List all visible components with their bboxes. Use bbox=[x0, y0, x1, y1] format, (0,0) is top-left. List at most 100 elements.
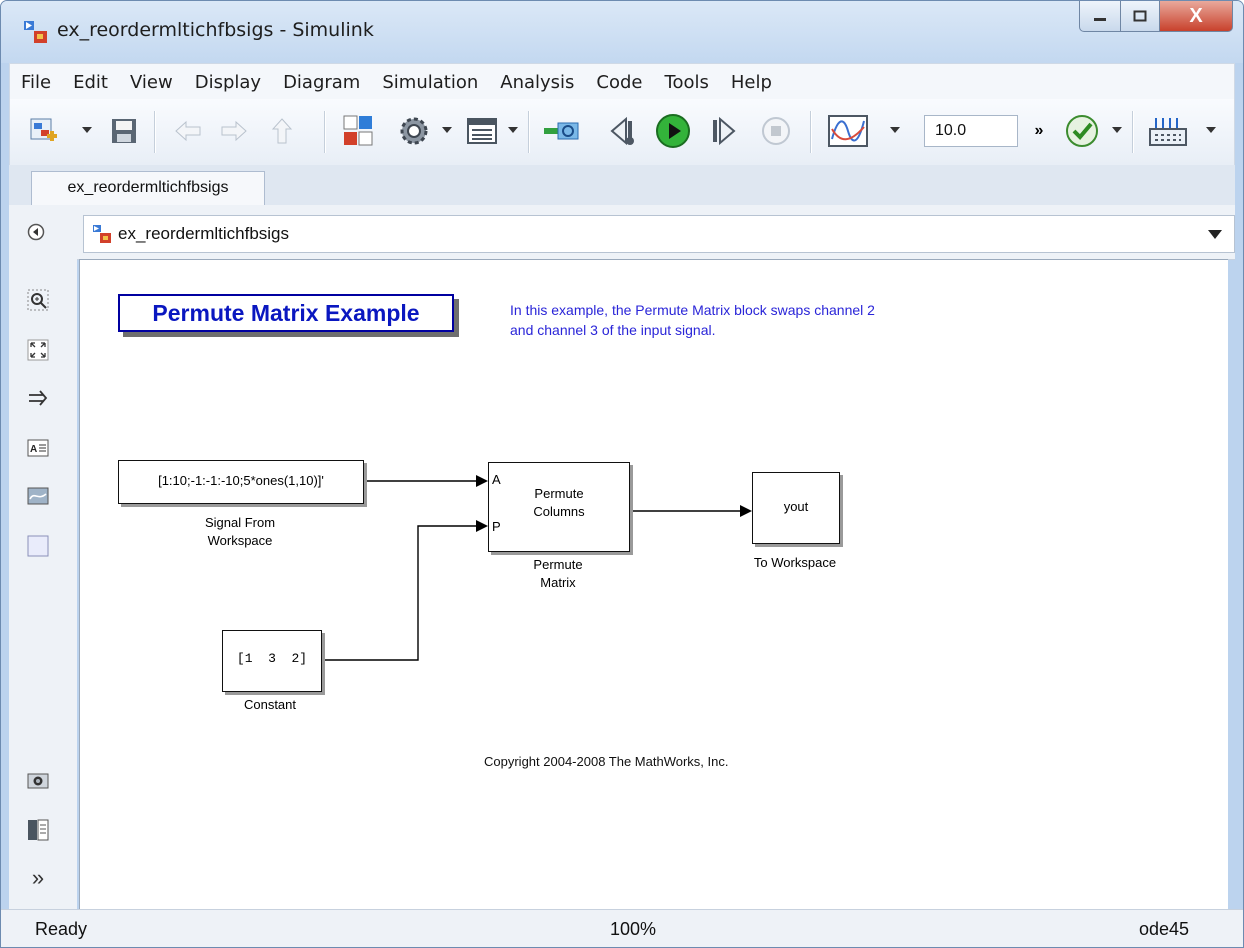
hide-explorer-icon[interactable] bbox=[27, 223, 45, 241]
model-config-dropdown[interactable] bbox=[442, 127, 452, 133]
simulink-model-icon bbox=[24, 21, 47, 43]
build-dropdown[interactable] bbox=[1206, 127, 1216, 133]
menu-tools[interactable]: Tools bbox=[654, 72, 720, 93]
run-button[interactable] bbox=[652, 111, 694, 151]
update-diagram-button[interactable] bbox=[540, 111, 584, 151]
permute-text-line1: Permute bbox=[534, 486, 584, 501]
zoom-button[interactable] bbox=[27, 289, 49, 311]
up-arrow-icon bbox=[271, 118, 293, 144]
signal-lines bbox=[320, 475, 752, 661]
new-model-dropdown[interactable] bbox=[82, 127, 92, 133]
forward-arrow-icon bbox=[221, 120, 247, 142]
model-explorer-dropdown[interactable] bbox=[508, 127, 518, 133]
menu-diagram[interactable]: Diagram bbox=[272, 72, 371, 93]
explorer-bar: ex_reordermltichfbsigs bbox=[9, 205, 1235, 260]
stop-button[interactable] bbox=[756, 111, 796, 151]
copyright-note: Copyright 2004-2008 The MathWorks, Inc. bbox=[484, 754, 729, 769]
forward-button[interactable] bbox=[212, 111, 256, 151]
minimize-icon bbox=[1094, 18, 1106, 21]
close-button[interactable]: X bbox=[1160, 1, 1233, 32]
model-config-icon bbox=[400, 117, 428, 145]
permute-matrix-label: Permute Matrix bbox=[478, 556, 638, 592]
model-explorer-button[interactable] bbox=[462, 111, 502, 151]
signal-from-workspace-label: Signal From Workspace bbox=[140, 514, 340, 550]
signal-expression: [1:10;-1:-1:-10;5*ones(1,10)]' bbox=[158, 473, 324, 488]
model-path-bar[interactable]: ex_reordermltichfbsigs bbox=[83, 215, 1235, 253]
simulink-model-icon bbox=[93, 225, 111, 243]
arrow-icon bbox=[29, 390, 48, 406]
toolbar: » bbox=[9, 99, 1235, 166]
build-icon bbox=[1149, 118, 1187, 146]
block-palette: A » bbox=[9, 259, 77, 909]
constant-value: [1 3 2] bbox=[236, 651, 308, 666]
menu-edit[interactable]: Edit bbox=[62, 72, 119, 93]
yout-text: yout bbox=[783, 499, 809, 514]
window-controls: X bbox=[1079, 1, 1233, 35]
new-model-button[interactable] bbox=[24, 111, 64, 151]
model-advisor-icon bbox=[1066, 115, 1098, 147]
menu-view[interactable]: View bbox=[119, 72, 184, 93]
menu-display[interactable]: Display bbox=[184, 72, 272, 93]
fit-to-view-button[interactable] bbox=[27, 339, 49, 361]
run-icon bbox=[656, 114, 690, 148]
tab-model[interactable]: ex_reordermltichfbsigs bbox=[31, 171, 265, 206]
save-button[interactable] bbox=[104, 111, 144, 151]
constant-label: Constant bbox=[243, 697, 297, 712]
up-button[interactable] bbox=[260, 111, 304, 151]
back-arrow-icon bbox=[175, 120, 201, 142]
menu-bar: File Edit View Display Diagram Simulatio… bbox=[9, 63, 1235, 101]
expand-palette-button[interactable]: » bbox=[27, 865, 49, 890]
signal-from-workspace-block[interactable]: [1:10;-1:-1:-10;5*ones(1,10)]' bbox=[118, 460, 364, 504]
screenshot-icon bbox=[27, 773, 49, 789]
to-workspace-label: To Workspace bbox=[753, 555, 837, 570]
step-forward-button[interactable] bbox=[704, 111, 744, 151]
zoom-level: 100% bbox=[610, 919, 657, 939]
to-workspace-block[interactable]: yout bbox=[752, 472, 840, 544]
scope-dropdown[interactable] bbox=[890, 127, 900, 133]
area-button[interactable] bbox=[27, 535, 49, 557]
model-advisor-button[interactable] bbox=[1062, 111, 1102, 151]
build-button[interactable] bbox=[1144, 111, 1192, 151]
maximize-icon bbox=[1133, 10, 1147, 22]
save-icon bbox=[112, 119, 136, 143]
stop-time-field[interactable] bbox=[924, 115, 1018, 147]
solver-name[interactable]: ode45 bbox=[1139, 919, 1189, 940]
port-p-label: P bbox=[492, 519, 501, 534]
svg-text:A: A bbox=[30, 444, 37, 455]
toolbar-overflow-button[interactable]: » bbox=[1026, 111, 1052, 151]
close-icon: X bbox=[1189, 4, 1203, 27]
annotation-icon: A bbox=[27, 439, 49, 457]
menu-file[interactable]: File bbox=[10, 72, 62, 93]
menu-simulation[interactable]: Simulation bbox=[371, 72, 489, 93]
diagram-canvas[interactable]: Permute Matrix Example In this example, … bbox=[79, 259, 1228, 910]
step-back-button[interactable] bbox=[602, 111, 642, 151]
model-path-dropdown-icon[interactable] bbox=[1208, 230, 1222, 239]
permute-label-line2: Matrix bbox=[540, 575, 576, 590]
expand-icon: » bbox=[31, 865, 45, 890]
menu-analysis[interactable]: Analysis bbox=[489, 72, 585, 93]
scope-button[interactable] bbox=[824, 111, 872, 151]
maximize-button[interactable] bbox=[1121, 1, 1160, 32]
status-text: Ready bbox=[35, 919, 88, 939]
screenshot-button[interactable] bbox=[27, 769, 49, 791]
model-config-button[interactable] bbox=[394, 111, 434, 151]
menu-code[interactable]: Code bbox=[585, 72, 653, 93]
model-advisor-dropdown[interactable] bbox=[1112, 127, 1122, 133]
permute-matrix-block[interactable]: A P Permute Columns bbox=[488, 462, 630, 552]
area-icon bbox=[27, 535, 49, 557]
model-browser-button[interactable] bbox=[27, 819, 49, 841]
model-browser-icon bbox=[28, 819, 49, 841]
simulink-window: ex_reordermltichfbsigs - Simulink X File… bbox=[0, 0, 1244, 948]
library-browser-icon bbox=[343, 115, 373, 146]
arrow-button[interactable] bbox=[27, 387, 49, 409]
model-explorer-icon bbox=[467, 118, 497, 144]
image-button[interactable] bbox=[27, 485, 49, 507]
annotation-button[interactable]: A bbox=[27, 437, 49, 459]
back-button[interactable] bbox=[166, 111, 210, 151]
library-browser-button[interactable] bbox=[338, 111, 378, 151]
toolbar-overflow-label: » bbox=[1034, 122, 1044, 139]
menu-help[interactable]: Help bbox=[720, 72, 783, 93]
constant-block[interactable]: [1 3 2] bbox=[222, 630, 322, 692]
minimize-button[interactable] bbox=[1079, 1, 1121, 32]
stop-icon bbox=[762, 117, 790, 145]
